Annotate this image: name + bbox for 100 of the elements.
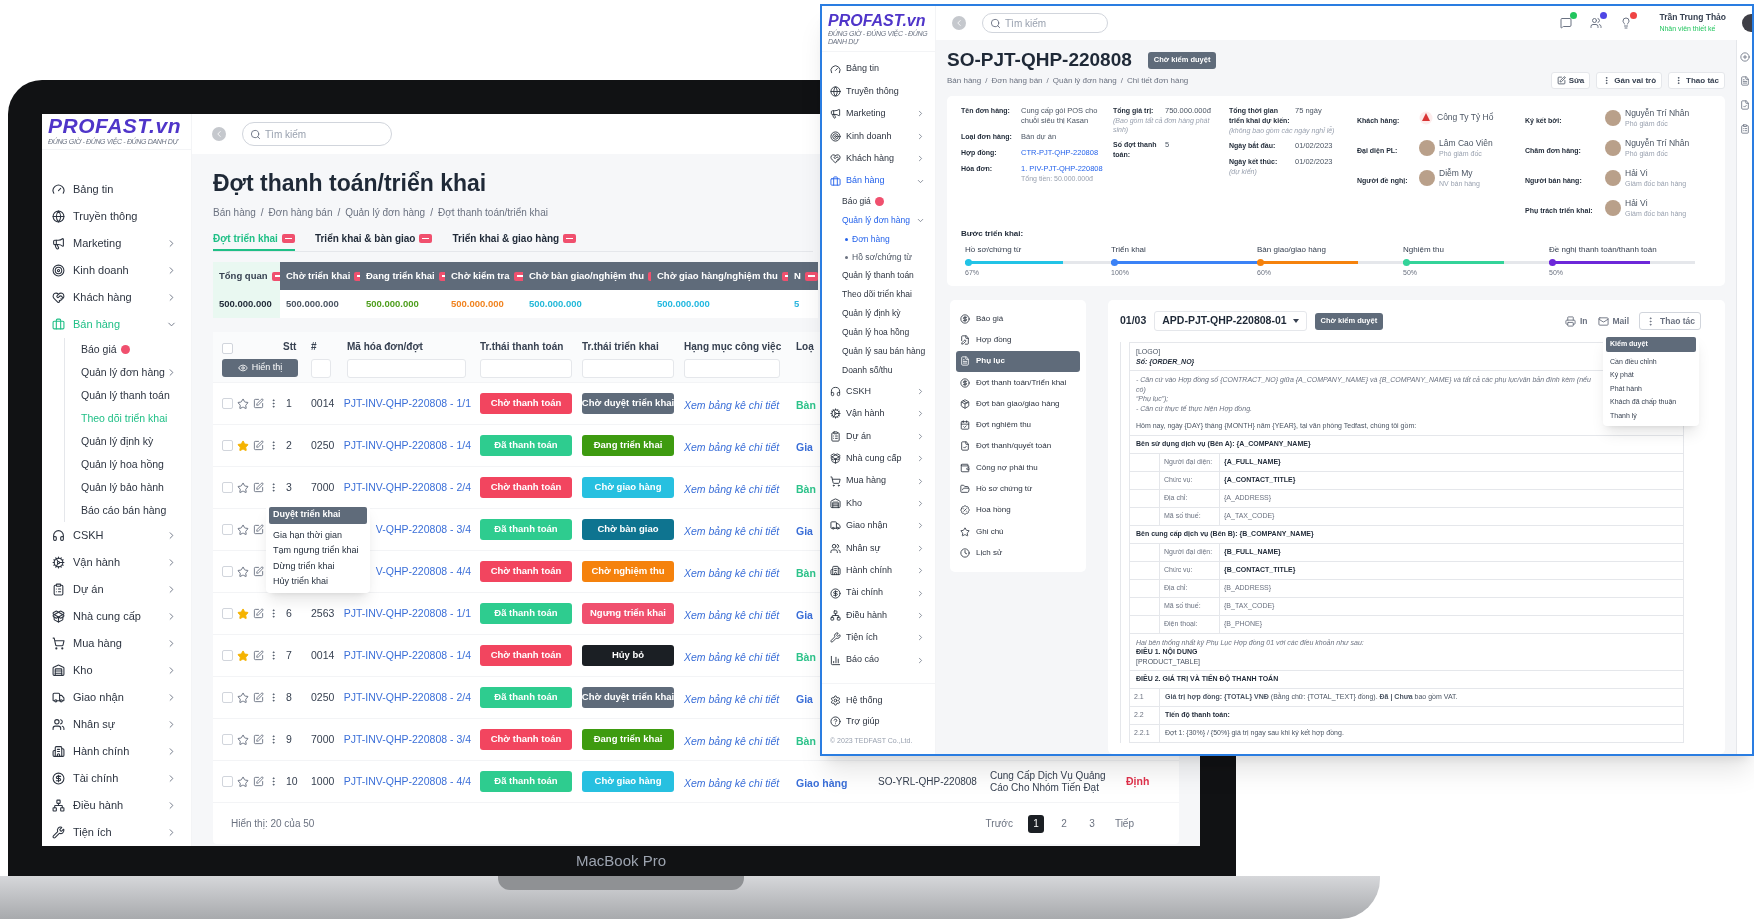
menu-item[interactable]: Phụ lục <box>956 350 1080 372</box>
sidebar-item[interactable]: Tiện ích <box>52 819 181 846</box>
sidebar-subitem[interactable]: Báo giá <box>842 192 927 212</box>
back-button[interactable] <box>952 16 966 30</box>
action-button[interactable]: Thao tác <box>1639 312 1701 330</box>
show-button[interactable]: Hiển thị <box>222 359 298 377</box>
sidebar-subitem[interactable]: Báo cáo bán hàng <box>81 499 181 522</box>
menu-item[interactable]: Đợt nghiệm thu <box>956 414 1080 436</box>
tab[interactable]: Triển khai & giao hàng <box>452 228 577 251</box>
breadcrumb-link[interactable]: Bán hàng <box>213 204 256 220</box>
action-button[interactable]: Sửa <box>1550 72 1591 90</box>
action-button[interactable]: Gán vai trò <box>1596 72 1663 90</box>
sidebar-item[interactable]: Kho <box>830 492 927 515</box>
page-button[interactable]: 2 <box>1055 814 1072 833</box>
sidebar-subitem[interactable]: Quản lý đơn hàng <box>842 211 927 231</box>
sidebar-subitem[interactable]: Doanh số/thu <box>842 361 927 381</box>
menu-item[interactable]: Gia hạn thời gian <box>269 527 367 543</box>
menu-item[interactable]: Đợt thanh/quyết toán <box>956 435 1080 458</box>
checkbox[interactable] <box>222 650 233 661</box>
sidebar-item[interactable]: Kho <box>52 657 181 684</box>
menu-item[interactable]: Hủy triển khai <box>269 574 367 590</box>
sidebar-item[interactable]: Tiện ích <box>830 626 927 650</box>
action-button[interactable]: Thao tác <box>1668 72 1725 90</box>
details-link[interactable]: Xem bảng kê chi tiết <box>684 398 780 411</box>
sidebar-item[interactable]: Mua hàng <box>52 630 181 657</box>
menu-item[interactable]: Hoa hồng <box>956 499 1080 521</box>
sidebar-item[interactable]: Tài chính <box>830 581 927 605</box>
invoice-link[interactable]: PJT-INV-QHP-220808 - 1/4 <box>343 437 471 454</box>
sidebar-item[interactable]: CSKH <box>52 522 181 549</box>
edit-icon[interactable] <box>253 482 264 493</box>
breadcrumb-link[interactable]: Chi tiết đơn hàng <box>1127 74 1189 87</box>
search-field[interactable]: Tìm kiếm <box>982 13 1108 33</box>
sidebar-item[interactable]: Bảng tin <box>52 176 181 203</box>
checkbox[interactable] <box>222 343 233 354</box>
invoice-link[interactable]: PJT-INV-QHP-220808 - 2/4 <box>343 689 471 706</box>
menu-item[interactable]: Đợt bàn giao/giao hàng <box>956 393 1080 415</box>
sidebar-subitem[interactable]: Đơn hàng <box>842 230 927 249</box>
action-button[interactable]: Mail <box>1597 314 1630 328</box>
edit-icon[interactable] <box>253 692 264 703</box>
menu-item[interactable]: Báo giá <box>956 308 1080 330</box>
checkbox[interactable] <box>222 524 233 535</box>
breadcrumb-link[interactable]: Đợt thanh toán/triển khai <box>437 204 548 220</box>
sidebar-item[interactable]: Kinh doanh <box>52 257 181 284</box>
sidebar-item[interactable]: Tài chính <box>52 765 181 792</box>
filter-field[interactable] <box>684 358 780 378</box>
checkbox[interactable] <box>222 398 233 409</box>
details-link[interactable]: Xem bảng kê chi tiết <box>684 776 780 789</box>
action-button[interactable]: In <box>1564 314 1588 328</box>
breadcrumb-link[interactable]: Quản lý đơn hàng <box>345 204 426 220</box>
sidebar-item[interactable]: Truyền thông <box>830 80 927 103</box>
clipboard-icon[interactable] <box>1739 124 1750 134</box>
sidebar-item[interactable]: Bán hàng <box>830 169 927 193</box>
sidebar-item[interactable]: Hành chính <box>52 738 181 765</box>
edit-icon[interactable] <box>253 566 264 577</box>
summary-tab[interactable]: N <box>788 262 818 290</box>
sidebar-item[interactable]: Marketing <box>52 230 181 257</box>
sidebar-subitem[interactable]: Quản lý hoa hồng <box>81 453 181 476</box>
file-check-icon[interactable] <box>1739 100 1750 110</box>
menu-item[interactable]: Lịch sử <box>956 542 1080 564</box>
menu-item[interactable]: Dừng triển khai <box>269 558 367 574</box>
page-button[interactable]: 3 <box>1083 814 1100 833</box>
sidebar-item[interactable]: Marketing <box>830 102 927 126</box>
menu-item[interactable]: Hồ sơ chứng từ <box>956 478 1080 500</box>
search-field[interactable]: Tìm kiếm <box>242 122 392 146</box>
sidebar-item[interactable]: Điều hành <box>52 792 181 819</box>
sidebar-item[interactable]: Nhân sự <box>830 537 927 560</box>
edit-icon[interactable] <box>253 608 264 619</box>
document-icon[interactable] <box>1739 76 1750 86</box>
sidebar-item[interactable]: Vận hành <box>830 402 927 426</box>
summary-tab[interactable]: Đang triển khai <box>360 262 445 290</box>
invoice-link[interactable]: PJT-INV-QHP-220808 - 1/1 <box>343 605 471 622</box>
sidebar-item[interactable]: Hệ thống <box>830 690 927 712</box>
details-link[interactable]: Xem bảng kê chi tiết <box>684 566 780 579</box>
sidebar-subitem[interactable]: Hồ sơ/chứng từ <box>842 248 927 267</box>
star-icon[interactable] <box>237 733 249 746</box>
filter-field[interactable] <box>311 358 331 378</box>
page-button[interactable]: Tiếp <box>1111 814 1137 833</box>
summary-tab[interactable]: Tổng quan <box>213 262 280 290</box>
invoice-link[interactable]: PJT-INV-QHP-220808 - 1/1 <box>343 395 471 412</box>
sidebar-item[interactable]: Điều hành <box>830 604 927 627</box>
checkbox[interactable] <box>222 566 233 577</box>
invoice-link[interactable]: V-QHP-220808 - 3/4 <box>375 521 471 538</box>
sidebar-item[interactable]: Nhà cung cấp <box>830 447 927 470</box>
details-link[interactable]: Xem bảng kê chi tiết <box>684 440 780 453</box>
star-icon[interactable] <box>237 607 249 620</box>
star-icon[interactable] <box>237 439 249 452</box>
summary-tab[interactable]: Chờ giao hàng/nghiệm thu <box>651 262 788 290</box>
menu-item[interactable]: Tạm ngưng triển khai <box>269 543 367 559</box>
tab[interactable]: Triển khai & bàn giao <box>314 228 433 251</box>
breadcrumb-link[interactable]: Bán hàng <box>947 74 982 87</box>
sidebar-subitem[interactable]: Theo dõi triển khai <box>842 285 927 305</box>
star-icon[interactable] <box>237 397 249 410</box>
edit-icon[interactable] <box>253 776 264 787</box>
sidebar-item[interactable]: Khách hàng <box>52 284 181 311</box>
menu-item[interactable]: Công nợ phải thu <box>956 457 1080 479</box>
sidebar-subitem[interactable]: Quản lý định kỳ <box>81 430 181 453</box>
sidebar-subitem[interactable]: Quản lý thanh toán <box>842 266 927 286</box>
checkbox[interactable] <box>222 482 233 493</box>
sidebar-item[interactable]: Kinh doanh <box>830 125 927 148</box>
edit-icon[interactable] <box>253 398 264 409</box>
